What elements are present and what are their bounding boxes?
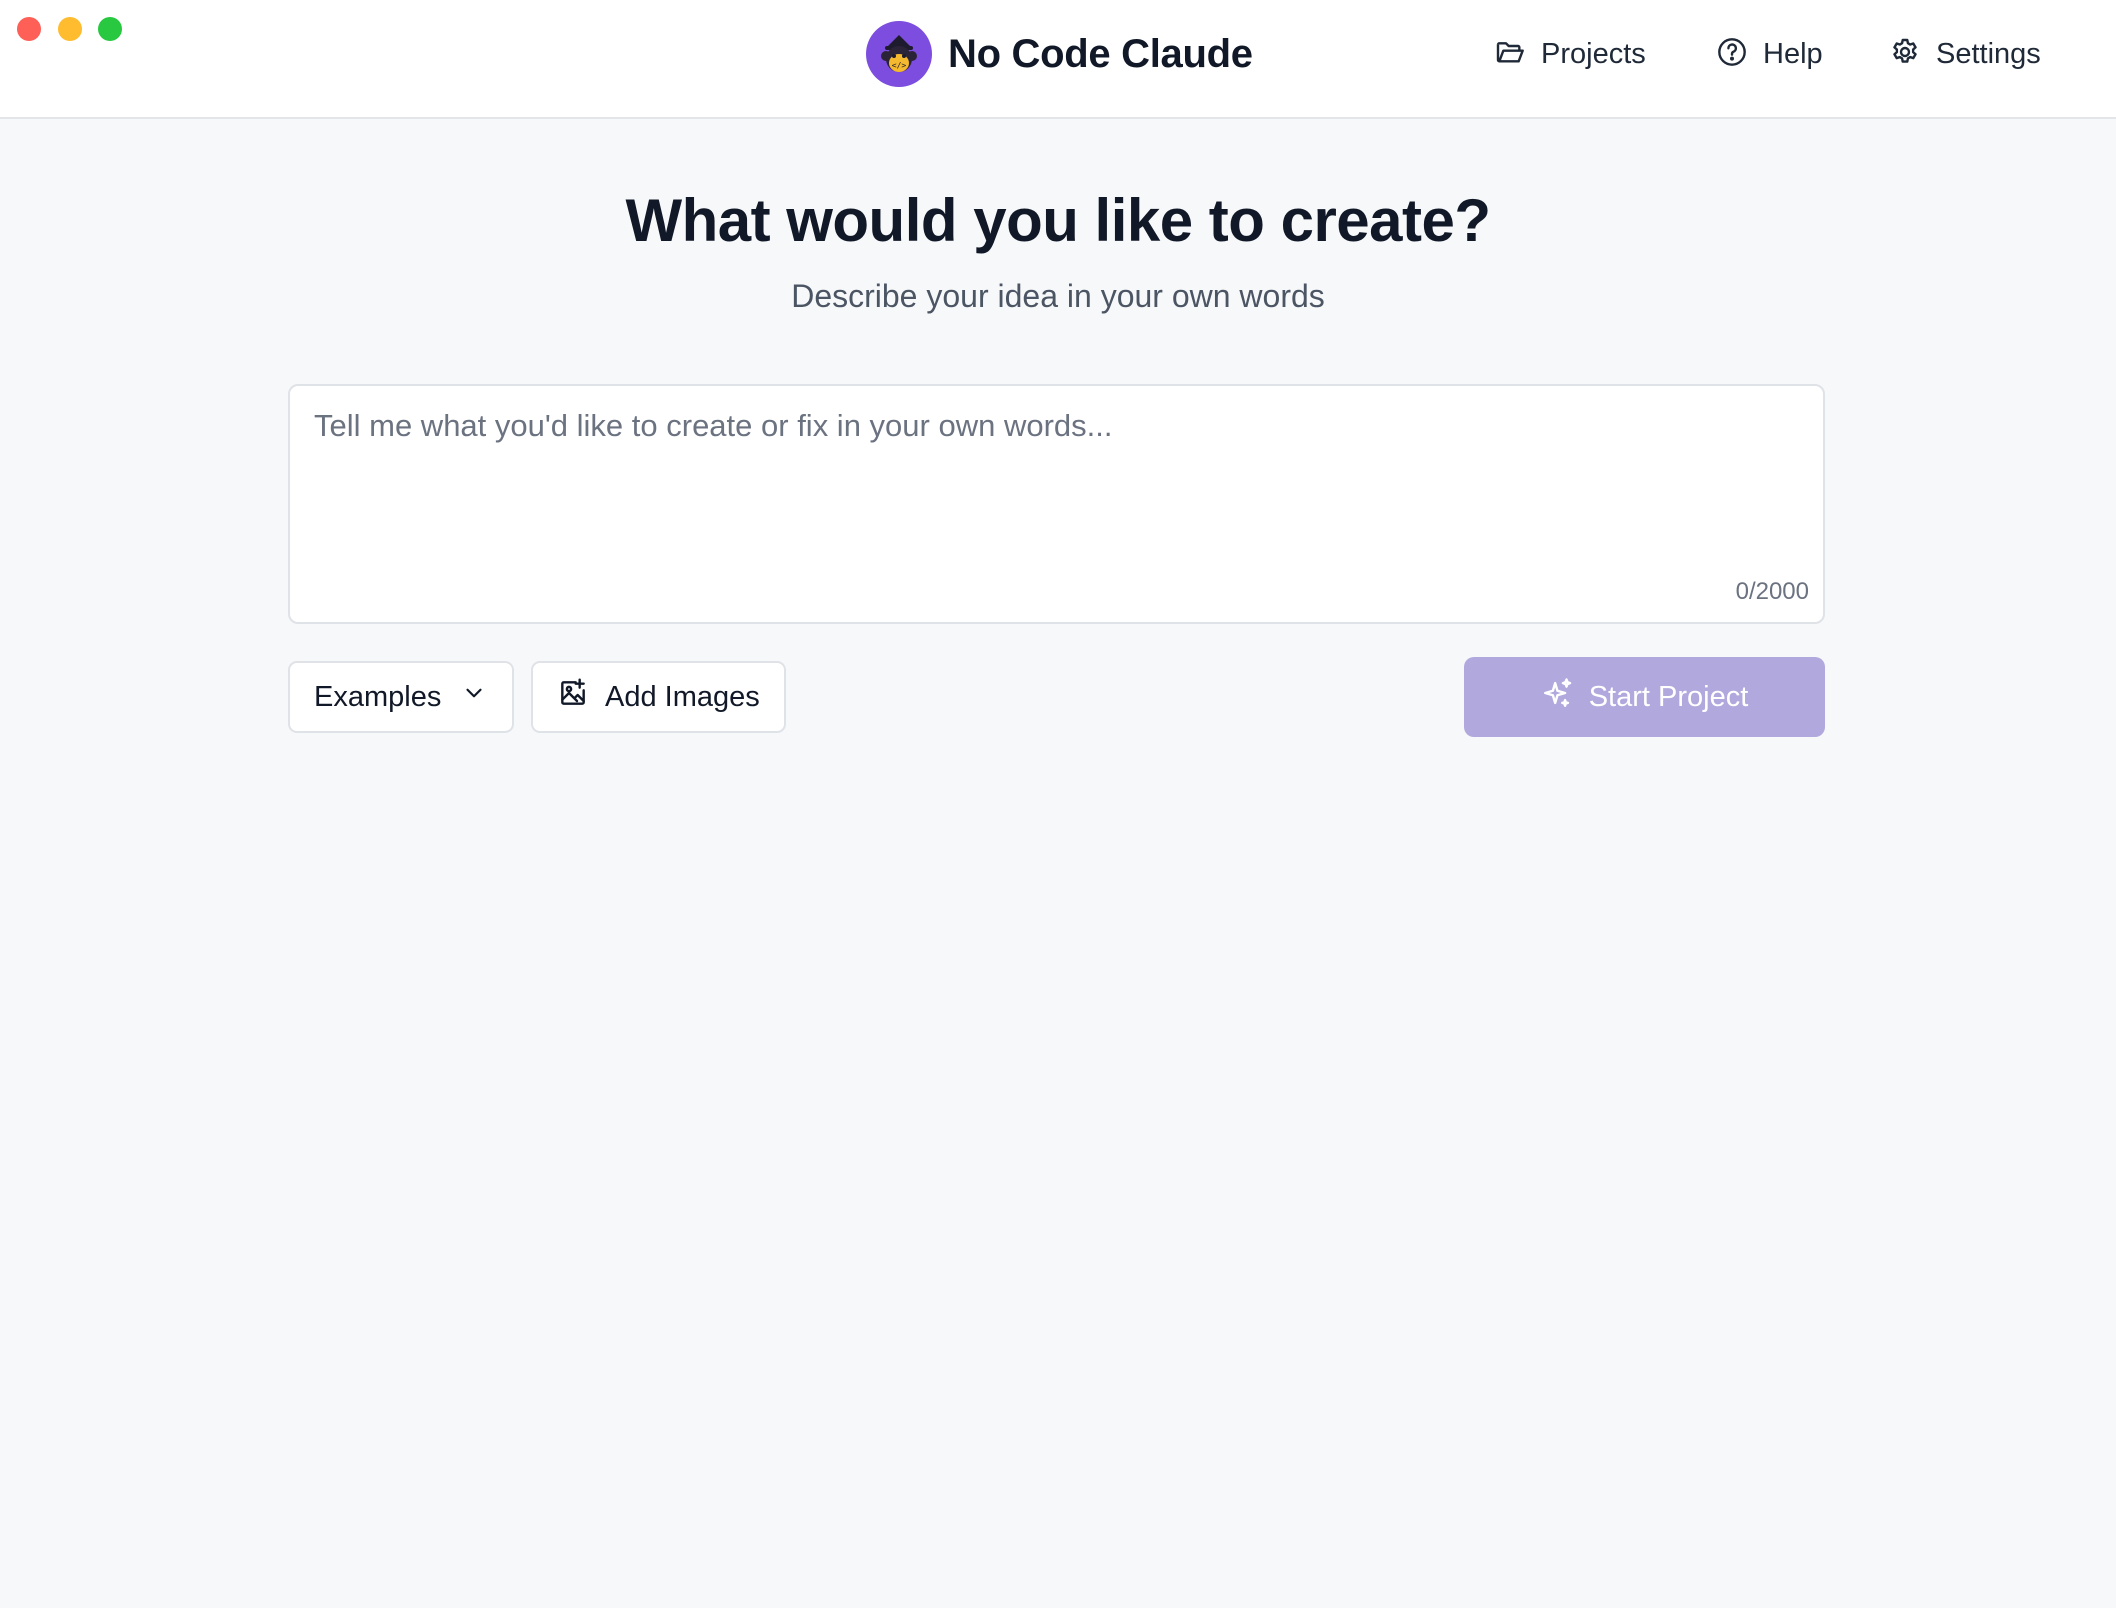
chevron-down-icon bbox=[441, 680, 487, 714]
nav-projects-label: Projects bbox=[1541, 37, 1646, 70]
gear-icon bbox=[1889, 36, 1921, 73]
prompt-box: 0/2000 bbox=[288, 384, 1825, 624]
window-close-button[interactable] bbox=[17, 17, 41, 41]
add-images-button[interactable]: Add Images bbox=[531, 661, 786, 733]
app-name: No Code Claude bbox=[948, 31, 1253, 76]
nav-help[interactable]: Help bbox=[1716, 30, 1823, 78]
prompt-input[interactable] bbox=[314, 408, 1794, 568]
folder-icon bbox=[1494, 36, 1526, 73]
start-project-button[interactable]: Start Project bbox=[1464, 657, 1825, 737]
add-images-label: Add Images bbox=[605, 680, 760, 713]
window-minimize-button[interactable] bbox=[58, 17, 82, 41]
brand: </> No Code Claude bbox=[866, 21, 1253, 87]
help-circle-icon bbox=[1716, 36, 1748, 73]
nav-settings[interactable]: Settings bbox=[1889, 30, 2041, 78]
examples-label: Examples bbox=[314, 680, 442, 713]
sparkles-icon bbox=[1541, 676, 1575, 718]
image-plus-icon bbox=[557, 677, 589, 717]
claude-monkey-logo-icon: </> bbox=[866, 21, 932, 87]
page-subtitle: Describe your idea in your own words bbox=[791, 278, 1325, 314]
character-counter: 0/2000 bbox=[1735, 578, 1809, 605]
nav-projects[interactable]: Projects bbox=[1494, 30, 1646, 78]
svg-text:</>: </> bbox=[892, 61, 907, 70]
examples-dropdown[interactable]: Examples bbox=[288, 661, 514, 733]
page-title: What would you like to create? bbox=[625, 187, 1491, 254]
title-bar: </> No Code Claude Projects Help Setting… bbox=[0, 0, 2116, 119]
nav-settings-label: Settings bbox=[1936, 37, 2041, 70]
window-maximize-button[interactable] bbox=[98, 17, 122, 41]
start-project-label: Start Project bbox=[1588, 680, 1749, 713]
nav-help-label: Help bbox=[1763, 37, 1823, 70]
